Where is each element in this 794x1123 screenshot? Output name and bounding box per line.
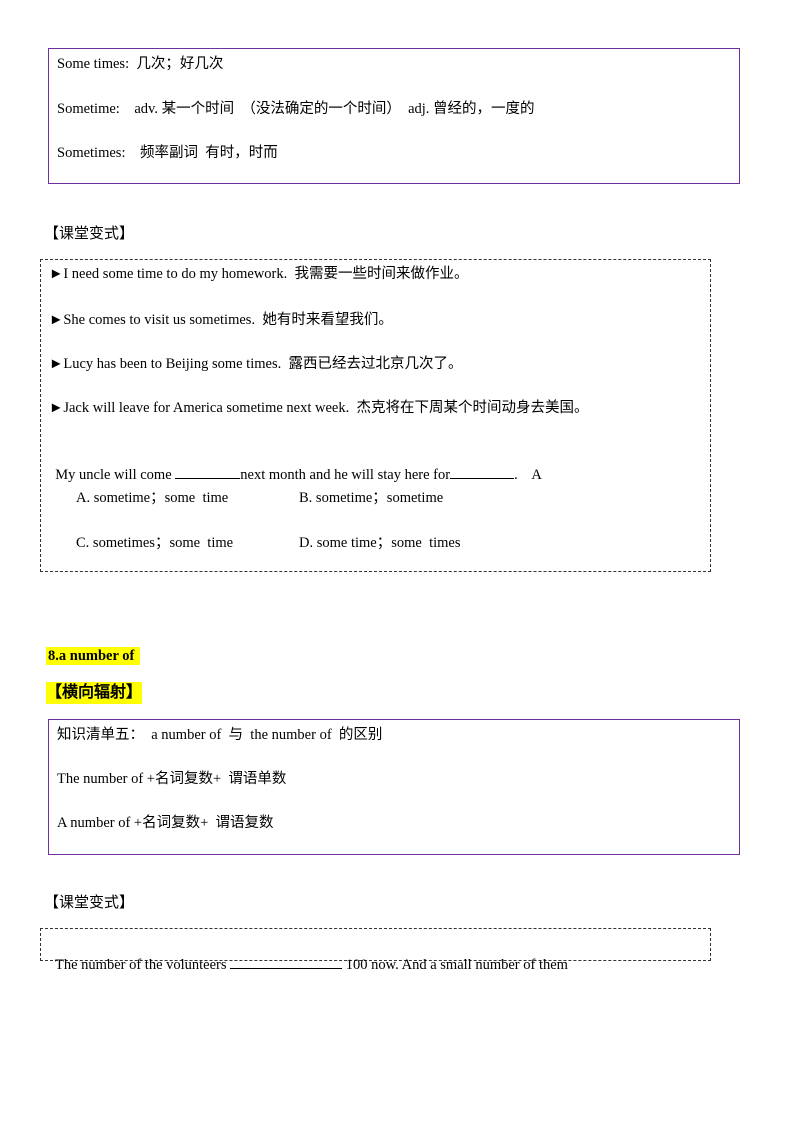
example-line: ►She comes to visit us sometimes. 她有时来看望… — [49, 312, 393, 328]
question-answer: . A — [514, 467, 542, 483]
exercise-text: 100 now. And a small number of them — [342, 957, 568, 973]
answer-blank — [450, 464, 515, 479]
exercise-line: The number of the volunteers 100 now. An… — [48, 936, 568, 974]
question: My uncle will come next month and he wil… — [48, 446, 542, 484]
exercise-text: The number of the volunteers — [55, 957, 231, 973]
definition-line: Some times: 几次；好几次 — [57, 56, 224, 72]
knowledge-line: 知识清单五： a number of 与 the number of 的区别 — [57, 727, 383, 743]
option-a: A. sometime；some time — [76, 490, 229, 506]
question-text: My uncle will come — [55, 467, 176, 483]
answer-blank — [230, 954, 343, 969]
definition-line: Sometime: adv. 某一个时间 （没法确定的一个时间） adj. 曾经… — [57, 101, 535, 117]
knowledge-line: A number of +名词复数+ 谓语复数 — [57, 815, 274, 831]
option-b: B. sometime；sometime — [299, 490, 444, 506]
option-d: D. some time；some times — [299, 535, 461, 551]
example-line: ►I need some time to do my homework. 我需要… — [49, 266, 469, 282]
section-subheading: 【横向辐射】 — [46, 682, 143, 704]
question-text: next month and he will stay here for — [240, 467, 451, 483]
example-line: ►Lucy has been to Beijing some times. 露西… — [49, 356, 463, 372]
answer-blank — [175, 464, 241, 479]
section-label: 【课堂变式】 — [44, 226, 135, 242]
knowledge-line: The number of +名词复数+ 谓语单数 — [57, 771, 287, 787]
example-line: ►Jack will leave for America sometime ne… — [49, 400, 589, 416]
definition-line: Sometimes: 频率副词 有时，时而 — [57, 145, 278, 161]
option-c: C. sometimes；some time — [76, 535, 234, 551]
section-label: 【课堂变式】 — [44, 895, 135, 911]
section-heading: 8.a number of — [46, 647, 141, 665]
